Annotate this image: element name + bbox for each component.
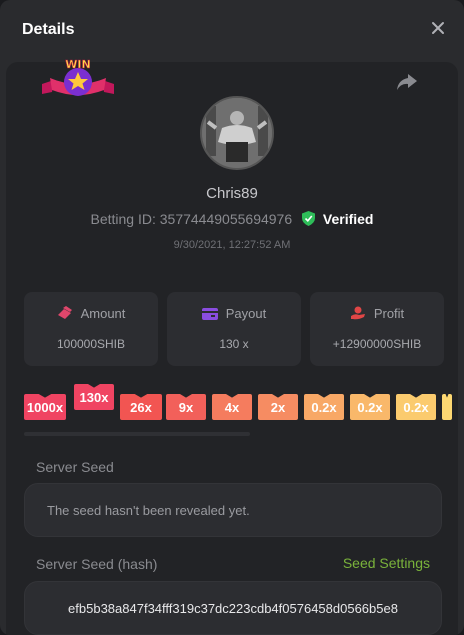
verified-label: Verified — [322, 211, 374, 227]
details-modal: Details WIN Chris89 Betting ID: 35774449… — [0, 0, 464, 635]
avatar — [200, 96, 274, 170]
modal-title: Details — [22, 21, 75, 38]
stat-amount: Amount 100000SHIB — [24, 292, 158, 366]
server-seed-hash-value: efb5b38a847f34fff319c37dc223cdb4f0576458… — [68, 601, 398, 616]
seed-settings-link[interactable]: Seed Settings — [343, 555, 430, 571]
betting-id-row: Betting ID: 35774449055694976 Verified — [6, 211, 458, 227]
stat-profit-label: Profit — [373, 306, 405, 321]
verified-shield-icon — [302, 211, 316, 226]
wallet-icon — [201, 308, 218, 320]
modal-header: Details — [0, 0, 464, 62]
stat-profit-value: +12900000SHIB — [332, 337, 422, 351]
hand-coin-icon — [350, 306, 365, 320]
bet-timestamp: 9/30/2021, 12:27:52 AM — [173, 239, 291, 251]
multiplier-chip[interactable]: 2x — [258, 394, 298, 420]
multiplier-chip[interactable]: 0.2x — [304, 394, 344, 420]
multiplier-chip[interactable] — [442, 394, 452, 420]
multiplier-chip[interactable]: 0.2x — [396, 394, 436, 420]
betting-id: Betting ID: 35774449055694976 — [90, 211, 293, 227]
multiplier-chip[interactable]: 130x — [74, 384, 114, 410]
stat-payout-value: 130 x — [219, 337, 249, 351]
multiplier-scrollbar[interactable] — [24, 432, 250, 436]
multiplier-chip[interactable]: 1000x — [24, 394, 66, 420]
server-seed-label: Server Seed — [36, 459, 114, 475]
stat-amount-value: 100000SHIB — [56, 337, 126, 351]
stats-row: Amount 100000SHIB Payout 130 x Profit +1… — [24, 292, 444, 366]
close-icon[interactable] — [430, 20, 446, 36]
username: Chris89 — [206, 185, 258, 202]
coins-icon — [57, 306, 72, 319]
server-seed-field: The seed hasn't been revealed yet. — [24, 483, 442, 537]
stat-profit: Profit +12900000SHIB — [310, 292, 444, 366]
server-seed-hash-label: Server Seed (hash) — [36, 556, 158, 572]
multiplier-strip: 1000x 130x 26x 9x 4x 2x 0.2x 0.2x 0.2x — [24, 384, 464, 424]
win-badge-icon: WIN — [42, 58, 114, 96]
multiplier-chip[interactable]: 26x — [120, 394, 162, 420]
stat-amount-label: Amount — [80, 306, 126, 321]
multiplier-chip[interactable]: 0.2x — [350, 394, 390, 420]
stat-payout: Payout 130 x — [167, 292, 301, 366]
multiplier-chip[interactable]: 9x — [166, 394, 206, 420]
server-seed-value: The seed hasn't been revealed yet. — [47, 503, 250, 518]
details-panel: WIN Chris89 Betting ID: 3577444905569497… — [6, 58, 458, 635]
share-icon[interactable] — [396, 72, 418, 92]
badge-text: WIN — [65, 58, 90, 71]
stat-payout-label: Payout — [225, 306, 267, 321]
server-seed-hash-field[interactable]: efb5b38a847f34fff319c37dc223cdb4f0576458… — [24, 581, 442, 635]
multiplier-chip[interactable]: 4x — [212, 394, 252, 420]
